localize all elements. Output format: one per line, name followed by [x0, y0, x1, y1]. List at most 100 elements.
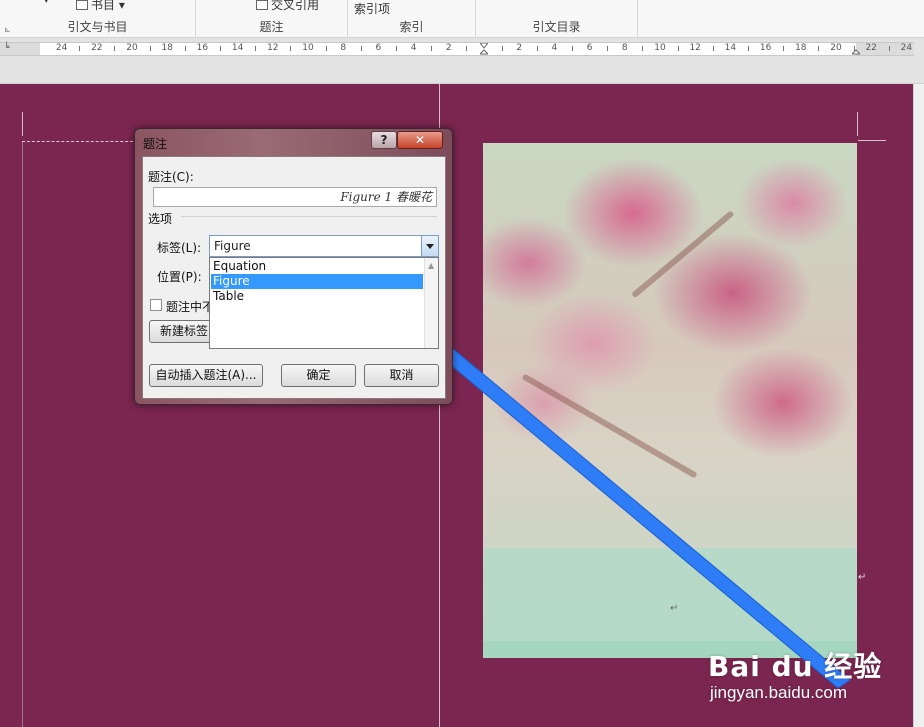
vertical-scrollbar[interactable]: [913, 84, 924, 727]
ruler-number: 6: [375, 43, 382, 53]
label-dropdown[interactable]: Figure: [209, 235, 439, 257]
dialog-body: 题注(C): Figure 1 春暖花 选项 标签(L): Figure 位置(…: [142, 156, 446, 399]
ribbon-group-table-of-authorities: 引文目录: [476, 0, 638, 38]
ribbon-group-label: 索引: [399, 20, 424, 34]
cross-reference-icon: [256, 0, 268, 10]
paragraph-mark-icon: ↵: [670, 603, 679, 614]
dialog-titlebar[interactable]: 题注 ? ✕: [135, 129, 452, 155]
ruler-number: 8: [340, 43, 347, 53]
ruler-number: 20: [126, 43, 138, 53]
label-options-list[interactable]: Equation Figure Table ▲: [209, 257, 439, 349]
crop-mark: [858, 140, 886, 141]
ruler-number: 18: [795, 43, 807, 53]
ruler-number: 14: [231, 43, 244, 53]
watermark-url: jingyan.baidu.com: [710, 683, 848, 702]
help-button[interactable]: ?: [371, 131, 397, 149]
cancel-button[interactable]: 取消: [364, 364, 439, 387]
ruler-number: 6: [586, 43, 593, 53]
horizontal-ruler[interactable]: 24 22 20 18 16 14 12 10 8 6 4 2 2 4 6 8 10 12 14 16 18 20 22 24: [0, 42, 914, 56]
chevron-down-icon[interactable]: ▾: [44, 0, 49, 6]
ruler-number: 22: [91, 43, 103, 53]
ruler-tick: [748, 46, 749, 51]
baidu-logo: Bai du 经验: [708, 650, 883, 683]
ribbon: ▾ 书目 ▾ ⊾ 引文与书目 交叉引用 题注 索引项 索引 引文目录: [0, 0, 924, 38]
paragraph-mark-icon: ↵: [858, 572, 867, 583]
ruler-number: 10: [302, 43, 314, 53]
ribbon-group-label: 引文目录: [532, 20, 581, 34]
ruler-number: 16: [759, 43, 772, 53]
ruler-tick: [712, 46, 714, 51]
options-separator: [181, 216, 437, 217]
ruler-number: 14: [724, 43, 737, 53]
branch: [521, 373, 698, 479]
ruler-tick: [536, 46, 538, 51]
ruler-tick: [783, 46, 785, 51]
ruler-number: 24: [55, 43, 68, 53]
label-field-label: 标签(L):: [157, 241, 202, 255]
ruler-tick: [79, 46, 81, 51]
ruler-area: 24 22 20 18 16 14 12 10 8 6 4 2 2 4 6 8 10 12 14 16 18 20 22 24…: [0, 38, 924, 84]
label-dropdown-value: Figure: [214, 239, 251, 253]
caption-input[interactable]: Figure 1 春暖花: [153, 187, 437, 207]
ruler-tick: [396, 46, 397, 51]
ok-button[interactable]: 确定: [281, 364, 356, 387]
flower-picture[interactable]: ↵: [483, 143, 857, 658]
exclude-label-text: 题注中不: [166, 300, 215, 314]
bibliography-icon: [76, 0, 88, 10]
ruler-number: 20: [830, 43, 842, 53]
ruler-number: 4: [410, 43, 417, 53]
list-item-figure[interactable]: Figure: [211, 274, 423, 289]
cross-reference-button[interactable]: 交叉引用: [256, 0, 319, 13]
crop-mark: [857, 112, 858, 136]
text-boundary: [22, 141, 23, 727]
ruler-tick: [290, 46, 292, 51]
ruler-number: 18: [161, 43, 173, 53]
dropdown-arrow-icon[interactable]: [421, 236, 438, 256]
ruler-tick: [607, 46, 609, 51]
tab-selector-icon[interactable]: ╘: [4, 43, 9, 53]
position-label: 位置(P):: [157, 270, 202, 284]
crop-mark: [22, 112, 23, 136]
ruler-number: 16: [196, 43, 209, 53]
text-boundary: [22, 141, 138, 142]
ruler-tick: [501, 46, 503, 51]
mark-entry-button[interactable]: 索引项: [354, 0, 390, 17]
close-button[interactable]: ✕: [397, 131, 443, 149]
ribbon-group-citations: ▾ 书目 ▾ ⊾ 引文与书目: [0, 0, 196, 38]
scroll-up-icon[interactable]: ▲: [428, 261, 434, 270]
list-item-equation[interactable]: Equation: [211, 259, 423, 274]
autocaption-button[interactable]: 自动插入题注(A)...: [149, 364, 263, 387]
ruler-tick: [853, 46, 855, 51]
ruler-tick: [572, 46, 573, 51]
options-label: 选项: [148, 212, 173, 226]
ribbon-group-index: 索引项 索引: [348, 0, 476, 38]
ribbon-group-captions: 交叉引用 题注: [196, 0, 348, 38]
indent-marker-icon[interactable]: [480, 43, 488, 57]
ruler-number: 12: [267, 43, 279, 53]
ruler-tick: [149, 46, 151, 51]
ruler-number: 12: [689, 43, 701, 53]
exclude-label-checkbox[interactable]: [150, 299, 162, 311]
ruler-tick: [431, 46, 433, 51]
ruler-tick: [360, 46, 362, 51]
ruler-number: 24: [900, 43, 913, 53]
ruler-tick: [220, 46, 221, 51]
ruler-number: 4: [551, 43, 558, 53]
ruler-number: 2: [445, 43, 452, 53]
ruler-tick: [677, 46, 679, 51]
branch: [631, 210, 735, 299]
ruler-tick: [642, 46, 644, 51]
baidu-watermark: Bai du 经验 jingyan.baidu.com: [708, 645, 908, 715]
ruler-number: 2: [516, 43, 523, 53]
ruler-number: 8: [621, 43, 628, 53]
bibliography-button[interactable]: 书目 ▾: [76, 0, 125, 13]
ruler-tick: [888, 46, 890, 51]
ruler-tick: [818, 46, 820, 51]
ruler-number: 22: [865, 43, 877, 53]
dialog-title: 题注: [143, 137, 168, 151]
ruler-tick: [114, 46, 116, 51]
ruler-tick: [184, 46, 186, 51]
list-scrollbar[interactable]: ▲: [424, 258, 438, 348]
list-item-table[interactable]: Table: [211, 289, 423, 304]
caption-dialog: 题注 ? ✕ 题注(C): Figure 1 春暖花 选项 标签(L): Fig…: [134, 128, 453, 405]
